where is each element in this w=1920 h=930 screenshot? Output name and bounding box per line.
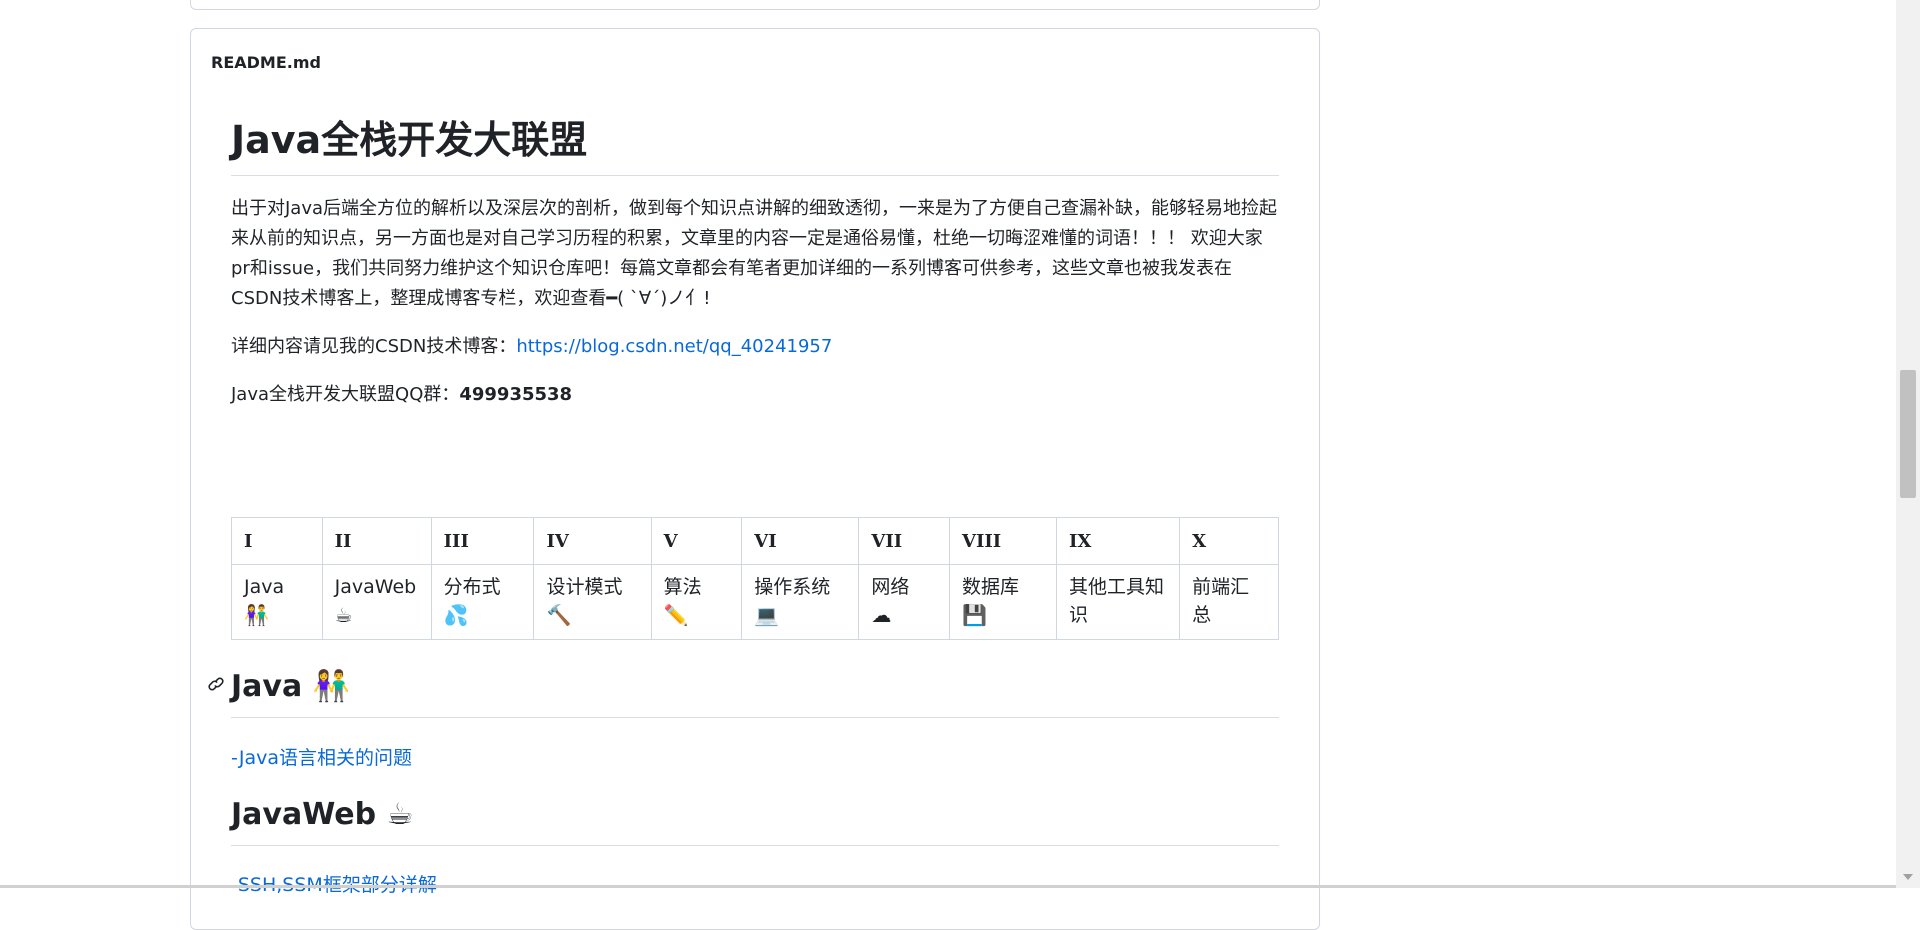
nav-cell-label: 前端汇总 bbox=[1192, 573, 1266, 629]
link-anchor-icon[interactable] bbox=[207, 675, 225, 693]
nav-header: VIII bbox=[950, 518, 1057, 565]
nav-cell-label: 算法 bbox=[664, 573, 730, 601]
qq-line: Java全栈开发大联盟QQ群：499935538 bbox=[231, 380, 1279, 410]
nav-cell-other-tools[interactable]: 其他工具知识 bbox=[1056, 565, 1179, 640]
nav-cell-label: 操作系统 bbox=[754, 573, 846, 601]
qq-prefix: Java全栈开发大联盟QQ群： bbox=[231, 384, 459, 405]
nav-header: V bbox=[651, 518, 742, 565]
hammer-icon: 🔨 bbox=[546, 601, 638, 629]
nav-header: VI bbox=[742, 518, 859, 565]
nav-cell-distributed[interactable]: 分布式 💦 bbox=[431, 565, 534, 640]
coffee-icon: ☕ bbox=[387, 797, 414, 832]
floppy-disk-icon: 💾 bbox=[962, 601, 1044, 629]
cloud-icon: ☁ bbox=[871, 601, 937, 629]
coffee-icon: ☕ bbox=[335, 601, 419, 629]
nav-table-header-row: I II III IV V VI VII VIII IX X bbox=[232, 518, 1279, 565]
vertical-scrollbar[interactable] bbox=[1896, 0, 1920, 888]
people-holding-hands-icon: 👫 bbox=[313, 669, 350, 704]
qq-number: 499935538 bbox=[459, 384, 572, 405]
nav-cell-design-patterns[interactable]: 设计模式 🔨 bbox=[534, 565, 651, 640]
nav-cell-os[interactable]: 操作系统 💻 bbox=[742, 565, 859, 640]
readme-content: Java全栈开发大联盟 出于对Java后端全方位的解析以及深层次的剖析，做到每个… bbox=[231, 109, 1279, 410]
nav-cell-label: 其他工具知识 bbox=[1069, 573, 1167, 629]
readme-file-name: README.md bbox=[211, 53, 321, 72]
readme-title: Java全栈开发大联盟 bbox=[231, 109, 1279, 176]
nav-header: VII bbox=[859, 518, 950, 565]
laptop-icon: 💻 bbox=[754, 601, 846, 629]
nav-cell-label: 网络 bbox=[871, 573, 937, 601]
previous-card bbox=[190, 0, 1320, 10]
section-heading-javaweb: JavaWeb ☕ bbox=[231, 795, 1279, 846]
blog-link[interactable]: https://blog.csdn.net/qq_40241957 bbox=[516, 336, 832, 357]
scrollbar-thumb[interactable] bbox=[1900, 370, 1916, 498]
readme-intro: 出于对Java后端全方位的解析以及深层次的剖析，做到每个知识点讲解的细致透彻，一… bbox=[231, 194, 1281, 314]
section-heading-text: JavaWeb bbox=[231, 797, 376, 832]
scroll-down-arrow-icon[interactable] bbox=[1903, 874, 1913, 880]
nav-cell-algorithms[interactable]: 算法 ✏️ bbox=[651, 565, 742, 640]
ssh-ssm-link[interactable]: -SSH,SSM框架部分详解 bbox=[231, 870, 437, 897]
nav-cell-frontend[interactable]: 前端汇总 bbox=[1180, 565, 1279, 640]
nav-table: I II III IV V VI VII VIII IX X Java 👫 bbox=[231, 517, 1279, 640]
nav-header: III bbox=[431, 518, 534, 565]
pencil-icon: ✏️ bbox=[664, 601, 730, 629]
nav-header: I bbox=[232, 518, 323, 565]
droplets-icon: 💦 bbox=[444, 601, 522, 629]
section-heading-text: Java bbox=[231, 669, 302, 704]
nav-cell-network[interactable]: 网络 ☁ bbox=[859, 565, 950, 640]
java-language-link[interactable]: -Java语言相关的问题 bbox=[231, 743, 412, 770]
nav-cell-javaweb[interactable]: JavaWeb ☕ bbox=[322, 565, 431, 640]
nav-cell-database[interactable]: 数据库 💾 bbox=[950, 565, 1057, 640]
nav-header: IX bbox=[1056, 518, 1179, 565]
readme-card: README.md Java全栈开发大联盟 出于对Java后端全方位的解析以及深… bbox=[190, 28, 1320, 930]
blog-line: 详细内容请见我的CSDN技术博客：https://blog.csdn.net/q… bbox=[231, 332, 1279, 362]
people-holding-hands-icon: 👫 bbox=[244, 601, 310, 629]
nav-cell-label: JavaWeb bbox=[335, 573, 419, 601]
nav-cell-label: 分布式 bbox=[444, 573, 522, 601]
nav-cell-label: 设计模式 bbox=[546, 573, 638, 601]
section-heading-java: Java 👫 bbox=[231, 667, 1279, 718]
blog-prefix: 详细内容请见我的CSDN技术博客： bbox=[231, 336, 516, 357]
nav-cell-java[interactable]: Java 👫 bbox=[232, 565, 323, 640]
nav-header: IV bbox=[534, 518, 651, 565]
nav-cell-label: Java bbox=[244, 573, 310, 601]
nav-cell-label: 数据库 bbox=[962, 573, 1044, 601]
nav-table-row: Java 👫 JavaWeb ☕ 分布式 💦 设计模式 🔨 bbox=[232, 565, 1279, 640]
nav-header: II bbox=[322, 518, 431, 565]
nav-header: X bbox=[1180, 518, 1279, 565]
